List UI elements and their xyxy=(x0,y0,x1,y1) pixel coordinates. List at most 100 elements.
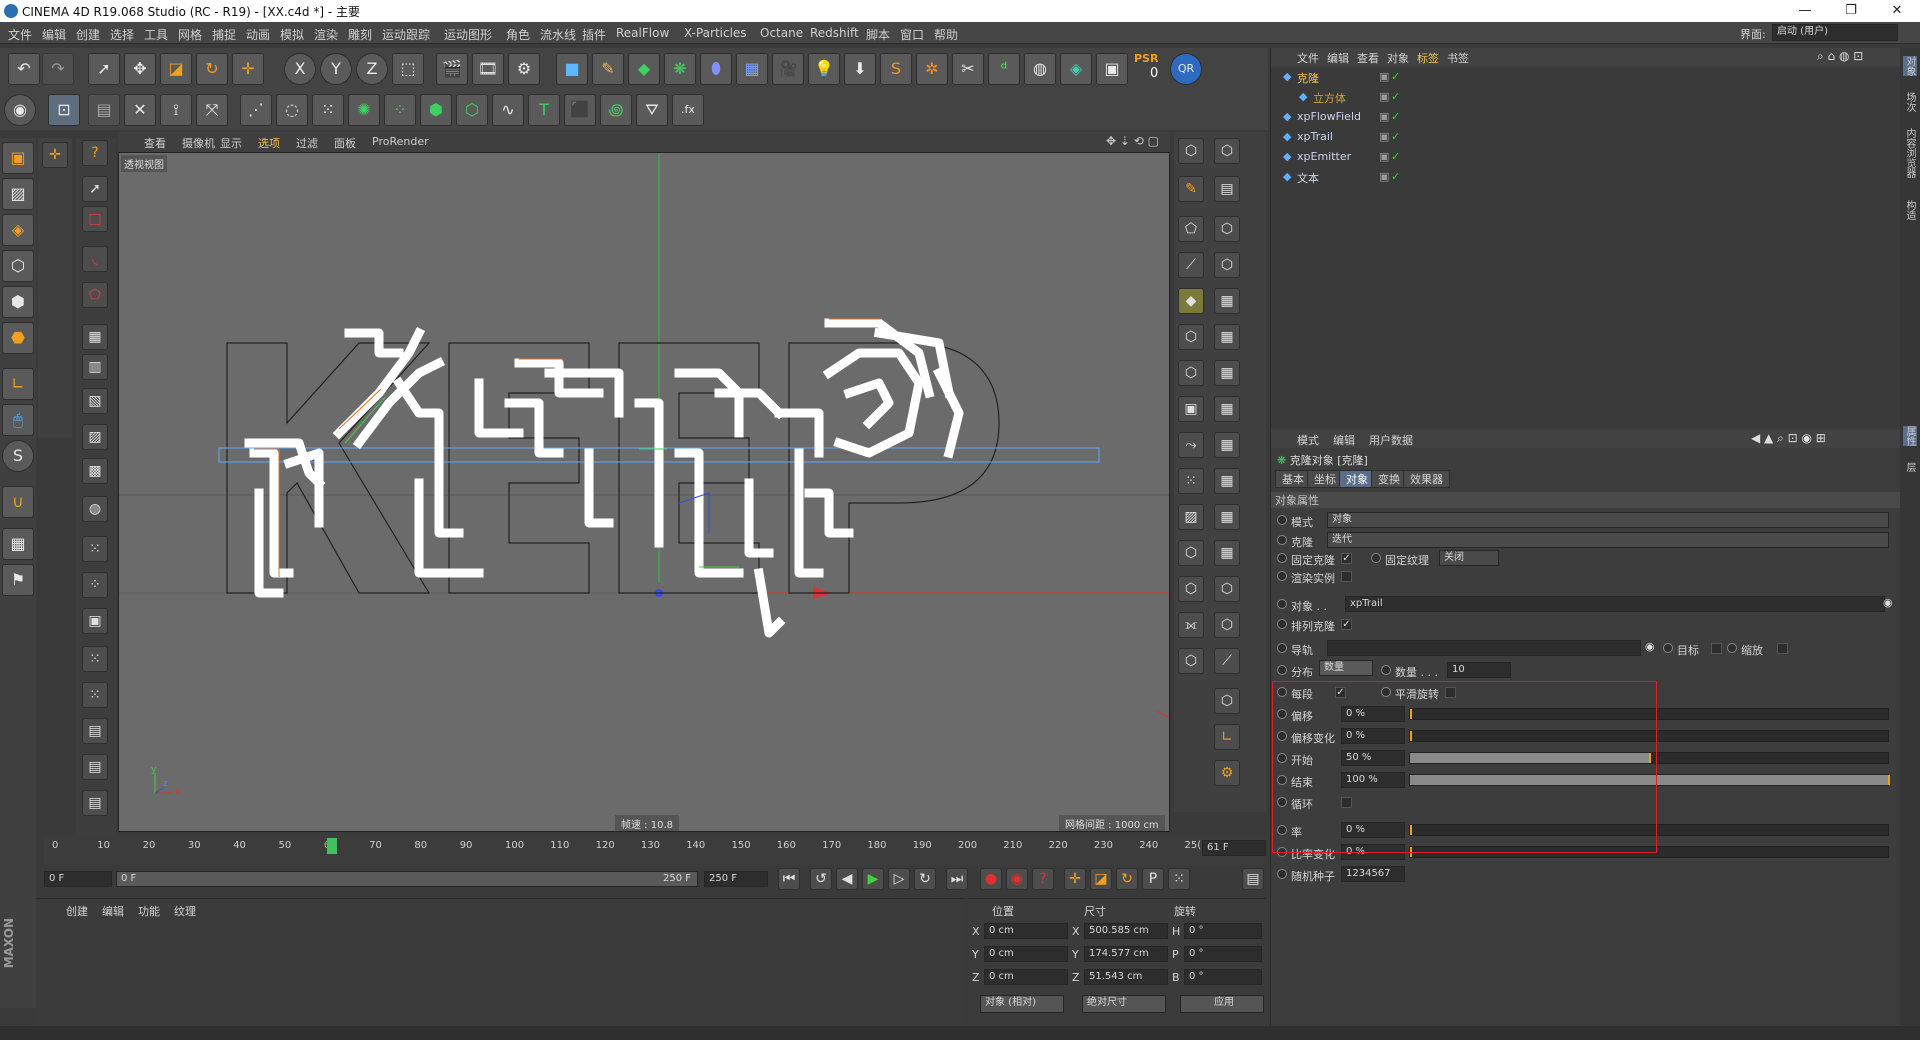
menu-item-0[interactable]: 文件 xyxy=(8,26,32,43)
uv-points-icon[interactable]: ⬡ xyxy=(2,250,34,282)
loop-select-icon[interactable]: ⟟ xyxy=(160,94,192,126)
live-select-icon[interactable]: ✛ xyxy=(232,53,264,85)
fracture-icon[interactable]: ⬢ xyxy=(420,94,452,126)
object-enabled-2[interactable]: ✓ xyxy=(1391,110,1400,123)
goto-end-icon[interactable]: ⏭ xyxy=(946,868,968,890)
rtool-24-icon[interactable]: ⬡ xyxy=(1178,576,1204,602)
menu-item-16[interactable]: RealFlow xyxy=(616,26,669,40)
knife-icon[interactable]: ✕ xyxy=(124,94,156,126)
fixed-tex-select[interactable]: 关闭 xyxy=(1439,550,1499,566)
object-link-field[interactable]: xpTrail xyxy=(1345,596,1885,612)
tweak-mode-icon[interactable]: 🖱 xyxy=(2,404,34,436)
clone-radio[interactable] xyxy=(1277,535,1287,545)
side-tab-2[interactable]: 内容浏览器 xyxy=(1903,128,1917,178)
rtool-2-icon[interactable]: ⬡ xyxy=(1214,138,1240,164)
rtool-5-icon[interactable]: ⬡ xyxy=(1214,216,1240,242)
tool-grid-8-icon[interactable]: ⁘ xyxy=(82,572,108,598)
object-row-1[interactable]: ◆ 立方体 ▣ ✓ xyxy=(1271,88,1901,106)
sphere-grid-icon[interactable]: ◍ xyxy=(1024,53,1056,85)
polygon-select-icon[interactable]: ⬠ xyxy=(82,282,108,308)
object-row-0[interactable]: ◆ 克隆 ▣ ✓ xyxy=(1271,68,1901,86)
mode-radio[interactable] xyxy=(1277,515,1287,525)
globe-icon[interactable]: ◉ xyxy=(4,94,36,126)
rtool-19-icon[interactable]: ▦ xyxy=(1214,468,1240,494)
rotation-field-1[interactable]: 0 ° xyxy=(1184,946,1262,962)
autokey-icon[interactable]: ◉ xyxy=(1006,868,1028,890)
scale-icon[interactable]: ◪ xyxy=(160,53,192,85)
om-menu-1[interactable]: 编辑 xyxy=(1327,50,1349,66)
position-field-0[interactable]: 0 cm xyxy=(984,923,1068,939)
axis-mode-icon[interactable]: ∟ xyxy=(2,368,34,400)
rtool-3-icon[interactable]: ▤ xyxy=(1214,176,1240,202)
object-vis-1[interactable]: ▣ xyxy=(1379,90,1389,103)
tool-grid-4-icon[interactable]: ▨ xyxy=(82,424,108,450)
menu-item-4[interactable]: 工具 xyxy=(144,26,168,43)
tool-grid-12-icon[interactable]: ▤ xyxy=(82,718,108,744)
start-frame-field[interactable]: 0 F xyxy=(44,871,112,887)
viewport-menu-2[interactable]: 显示 xyxy=(220,135,242,151)
s-plugin-icon[interactable]: S xyxy=(880,53,912,85)
ring-select-icon[interactable]: ⤧ xyxy=(196,94,228,126)
arrange-clones-radio[interactable] xyxy=(1277,619,1287,629)
prev-key-icon[interactable]: ↺ xyxy=(810,868,832,890)
menu-item-19[interactable]: Redshift xyxy=(810,26,859,40)
x-axis-button[interactable]: X xyxy=(284,53,316,85)
tool-grid-13-icon[interactable]: ▤ xyxy=(82,754,108,780)
coord-mode-select[interactable]: 对象 (相对) xyxy=(980,995,1064,1013)
om-menu-4[interactable]: 标签 xyxy=(1417,50,1439,66)
plugin-3b-icon[interactable]: ᵈ xyxy=(988,53,1020,85)
prev-frame-icon[interactable]: ◀ xyxy=(836,868,858,890)
rtool-27-icon[interactable]: ⬡ xyxy=(1214,612,1240,638)
move-icon[interactable]: ✥ xyxy=(124,53,156,85)
viewport-nav-icons[interactable]: ✥ ⇣ ⟲ ▢ xyxy=(1106,134,1159,148)
rtool-21-icon[interactable]: ▦ xyxy=(1214,504,1240,530)
menu-item-18[interactable]: Octane xyxy=(760,26,803,40)
om-search-icons[interactable]: ⌕ ⌂ ◍ ⊡ xyxy=(1817,49,1863,64)
menu-item-3[interactable]: 选择 xyxy=(110,26,134,43)
tool-grid-5-icon[interactable]: ▩ xyxy=(82,458,108,484)
viewport-menu-5[interactable]: 面板 xyxy=(334,135,356,151)
menu-item-21[interactable]: 窗口 xyxy=(900,26,924,43)
am-nav-icons[interactable]: ◀ ▲ ⌕ ⊡ ◉ ⊞ xyxy=(1751,431,1826,446)
fixed-clone-radio[interactable] xyxy=(1277,553,1287,563)
rtool-28-icon[interactable]: ⬡ xyxy=(1178,648,1204,674)
tool-grid-7-icon[interactable]: ⁙ xyxy=(82,536,108,562)
floor-icon[interactable]: ▦ xyxy=(736,53,768,85)
guide-radio[interactable] xyxy=(1277,643,1287,653)
polygons-mode-icon[interactable]: ◈ xyxy=(2,214,34,246)
rtool-23-icon[interactable]: ▦ xyxy=(1214,540,1240,566)
particles-icon[interactable]: ✲ xyxy=(916,53,948,85)
tracer-icon[interactable]: ✺ xyxy=(348,94,380,126)
end-slider-handle[interactable] xyxy=(1888,775,1890,785)
rtool-paint-icon[interactable]: ✎ xyxy=(1178,176,1204,202)
mode-select[interactable]: 对象 xyxy=(1327,512,1889,528)
object-vis-3[interactable]: ▣ xyxy=(1379,130,1389,143)
menu-item-6[interactable]: 捕捉 xyxy=(212,26,236,43)
attr-tab-4[interactable]: 效果器 xyxy=(1403,470,1450,488)
rtool-15-icon[interactable]: ▦ xyxy=(1214,396,1240,422)
undo-icon[interactable]: ↶ xyxy=(8,53,40,85)
menu-item-5[interactable]: 网格 xyxy=(178,26,202,43)
material-menu-2[interactable]: 功能 xyxy=(138,903,160,919)
pen-icon[interactable]: ✎ xyxy=(592,53,624,85)
key-position-icon[interactable]: ✛ xyxy=(1064,868,1086,890)
rtool-26-icon[interactable]: ⟗ xyxy=(1178,612,1204,638)
rtool-29-icon[interactable]: ⟋ xyxy=(1214,648,1240,674)
camera-icon[interactable]: 🎥 xyxy=(772,53,804,85)
material-menu-0[interactable]: 创建 xyxy=(66,903,88,919)
rtool-9-icon[interactable]: ▦ xyxy=(1214,288,1240,314)
guide-field[interactable]: 导轨 xyxy=(1327,640,1641,656)
select-arrow-icon[interactable]: ➚ xyxy=(88,53,120,85)
rotation-field-2[interactable]: 0 ° xyxy=(1184,969,1262,985)
trace-spline-icon[interactable]: ∿ xyxy=(492,94,524,126)
material-menu-1[interactable]: 编辑 xyxy=(102,903,124,919)
record-icon[interactable]: ● xyxy=(980,868,1002,890)
attr-tab-2[interactable]: 对象 xyxy=(1339,470,1375,488)
rotate-icon[interactable]: ↻ xyxy=(196,53,228,85)
minimize-button[interactable]: — xyxy=(1782,0,1828,22)
object-row-4[interactable]: ◆ xpEmitter ▣ ✓ xyxy=(1271,148,1901,166)
coordinate-system-icon[interactable]: ⬚ xyxy=(392,53,424,85)
scale-checkbox[interactable] xyxy=(1777,643,1788,654)
rtool-12-icon[interactable]: ⬡ xyxy=(1178,360,1204,386)
grid-points-icon[interactable]: ⁙ xyxy=(312,94,344,126)
